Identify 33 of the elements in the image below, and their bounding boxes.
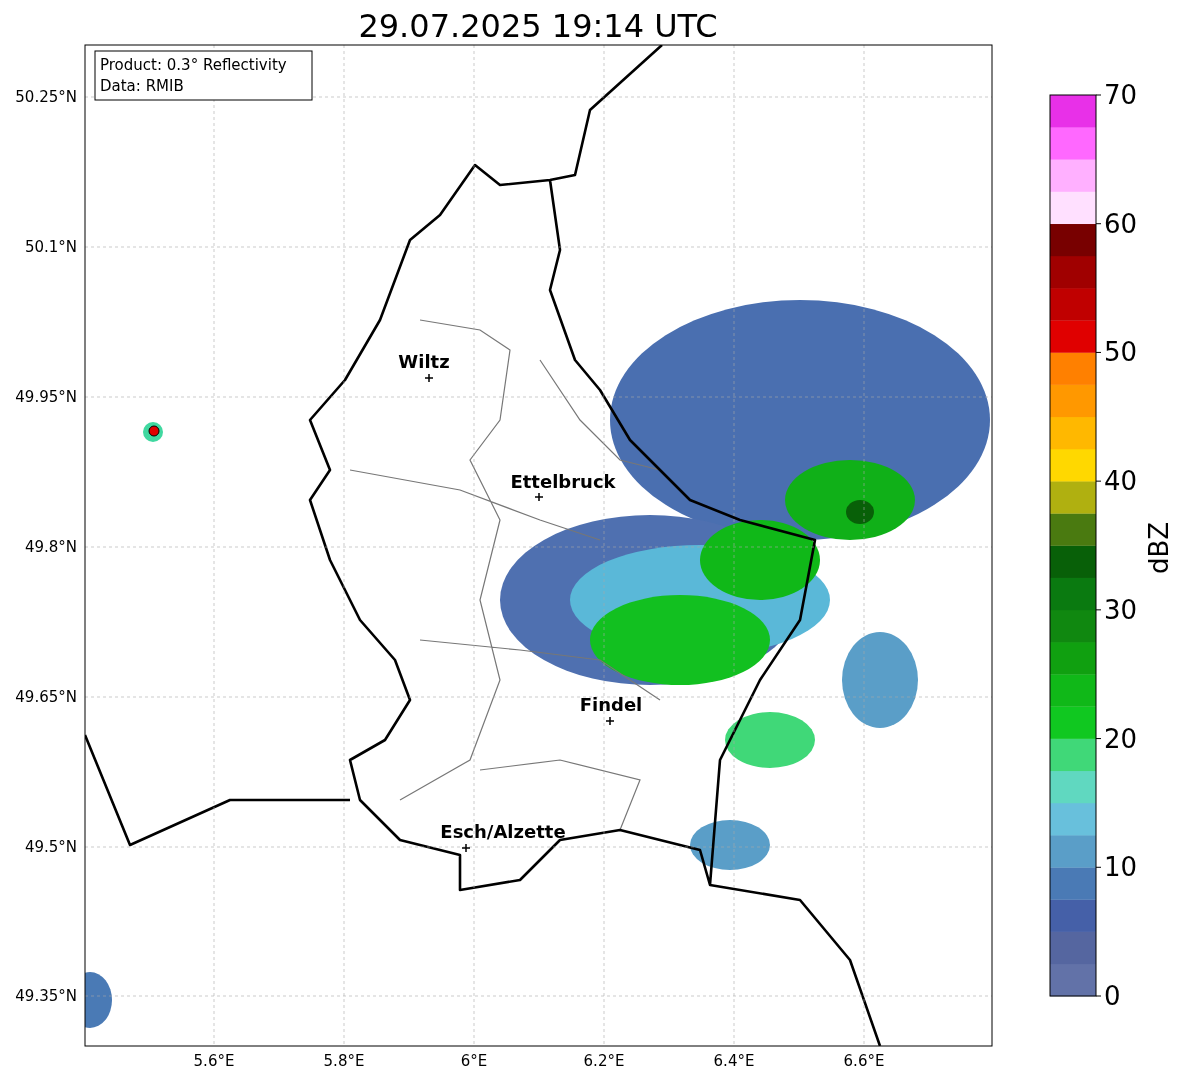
colorbar-tick-label: 10	[1104, 852, 1138, 883]
latitude-label: 49.65°N	[15, 688, 77, 706]
colorbar-tick-label: 40	[1104, 466, 1138, 497]
latitude-label: 49.5°N	[24, 838, 77, 856]
city-marker-icon	[424, 373, 434, 383]
colorbar-tick-label: 50	[1104, 337, 1138, 368]
latitude-label: 49.8°N	[24, 538, 77, 556]
info-text: Data: RMIB	[100, 77, 184, 95]
place-label: Findel	[579, 694, 643, 715]
info-text: Product: 0.3° Reflectivity	[100, 56, 287, 74]
longitude-label: 5.8°E	[323, 1052, 365, 1070]
colorbar-tick-label: 60	[1104, 208, 1138, 239]
longitude-label: 6.2°E	[583, 1052, 625, 1070]
longitude-label: 5.6°E	[193, 1052, 235, 1070]
colorbar-tick-label: 0	[1104, 981, 1121, 1011]
latitude-label: 50.25°N	[15, 88, 77, 106]
place-label: Esch/Alzette	[440, 821, 566, 842]
place-label: Ettelbruck	[510, 471, 616, 492]
city-marker-icon	[534, 492, 544, 502]
colorbar-tick-label: 70	[1104, 80, 1138, 110]
latitude-label: 49.95°N	[15, 388, 77, 406]
longitude-label: 6.4°E	[713, 1052, 755, 1070]
chart-title: 29.07.2025 19:14 UTC	[358, 7, 718, 45]
city-marker-icon	[461, 843, 471, 853]
colorbar-tick-label: 20	[1104, 723, 1138, 754]
colorbar-title: dBZ	[1144, 521, 1174, 575]
latitude-label: 49.35°N	[15, 987, 77, 1005]
longitude-label: 6°E	[460, 1052, 488, 1070]
colorbar-tick-label: 30	[1104, 594, 1138, 625]
longitude-label: 6.6°E	[843, 1052, 885, 1070]
latitude-label: 50.1°N	[24, 238, 77, 256]
city-marker-icon	[605, 716, 615, 726]
place-label: Wiltz	[398, 351, 450, 372]
